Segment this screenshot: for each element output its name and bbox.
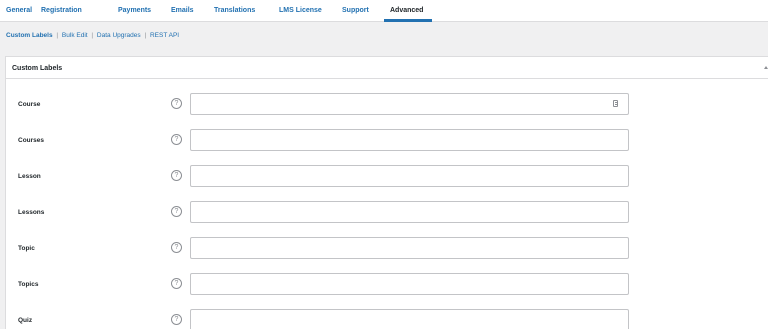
tab-support[interactable]: Support — [342, 6, 369, 15]
question-circle-icon[interactable]: ? — [171, 206, 182, 217]
field-row-topics: Topics ? — [6, 272, 768, 296]
courses-label-input[interactable] — [190, 129, 629, 151]
tab-lms-license[interactable]: LMS License — [279, 6, 322, 15]
field-label: Lesson — [18, 173, 41, 180]
field-label: Courses — [18, 137, 45, 144]
topic-label-input[interactable] — [190, 237, 629, 259]
quiz-label-input[interactable] — [190, 309, 629, 329]
tab-advanced[interactable]: Advanced — [390, 6, 423, 15]
subnav-data-upgrades[interactable]: Data Upgrades — [97, 32, 141, 39]
field-label: Topic — [18, 245, 35, 252]
field-row-lessons: Lessons ? — [6, 200, 768, 224]
tab-emails[interactable]: Emails — [171, 6, 194, 15]
autofill-key-icon[interactable] — [613, 100, 618, 107]
custom-labels-panel: Custom Labels Course ? Courses ? Lesson … — [5, 56, 768, 329]
tab-general[interactable]: General — [6, 6, 32, 15]
field-row-courses: Courses ? — [6, 128, 768, 152]
field-row-lesson: Lesson ? — [6, 164, 768, 188]
question-circle-icon[interactable]: ? — [171, 170, 182, 181]
question-circle-icon[interactable]: ? — [171, 242, 182, 253]
panel-title: Custom Labels — [12, 65, 63, 72]
triangle-up-icon[interactable] — [764, 66, 768, 69]
course-label-input[interactable] — [190, 93, 629, 115]
subnav-separator: | — [56, 32, 59, 39]
question-circle-icon[interactable]: ? — [171, 134, 182, 145]
question-circle-icon[interactable]: ? — [171, 314, 182, 325]
field-label: Quiz — [18, 317, 33, 324]
question-circle-icon[interactable]: ? — [171, 98, 182, 109]
active-tab-indicator — [384, 19, 432, 22]
lesson-label-input[interactable] — [190, 165, 629, 187]
subnav-separator: | — [144, 32, 147, 39]
subnav-rest-api[interactable]: REST API — [150, 32, 179, 39]
tab-translations[interactable]: Translations — [214, 6, 255, 15]
panel-header[interactable]: Custom Labels — [6, 57, 768, 79]
field-row-course: Course ? — [6, 92, 768, 116]
subnav-bulk-edit[interactable]: Bulk Edit — [62, 32, 88, 39]
field-row-quiz: Quiz ? — [6, 308, 768, 329]
field-label: Course — [18, 101, 41, 108]
subnav-separator: | — [91, 32, 94, 39]
tab-registration[interactable]: Registration — [41, 6, 82, 15]
question-circle-icon[interactable]: ? — [171, 278, 182, 289]
field-label: Lessons — [18, 209, 45, 216]
field-row-topic: Topic ? — [6, 236, 768, 260]
topics-label-input[interactable] — [190, 273, 629, 295]
settings-tab-bar: General Registration Payments Emails Tra… — [0, 0, 768, 22]
lessons-label-input[interactable] — [190, 201, 629, 223]
tab-payments[interactable]: Payments — [118, 6, 151, 15]
field-label: Topics — [18, 281, 39, 288]
subnav-custom-labels[interactable]: Custom Labels — [6, 32, 53, 39]
advanced-subnav: Custom Labels | Bulk Edit | Data Upgrade… — [6, 31, 179, 40]
